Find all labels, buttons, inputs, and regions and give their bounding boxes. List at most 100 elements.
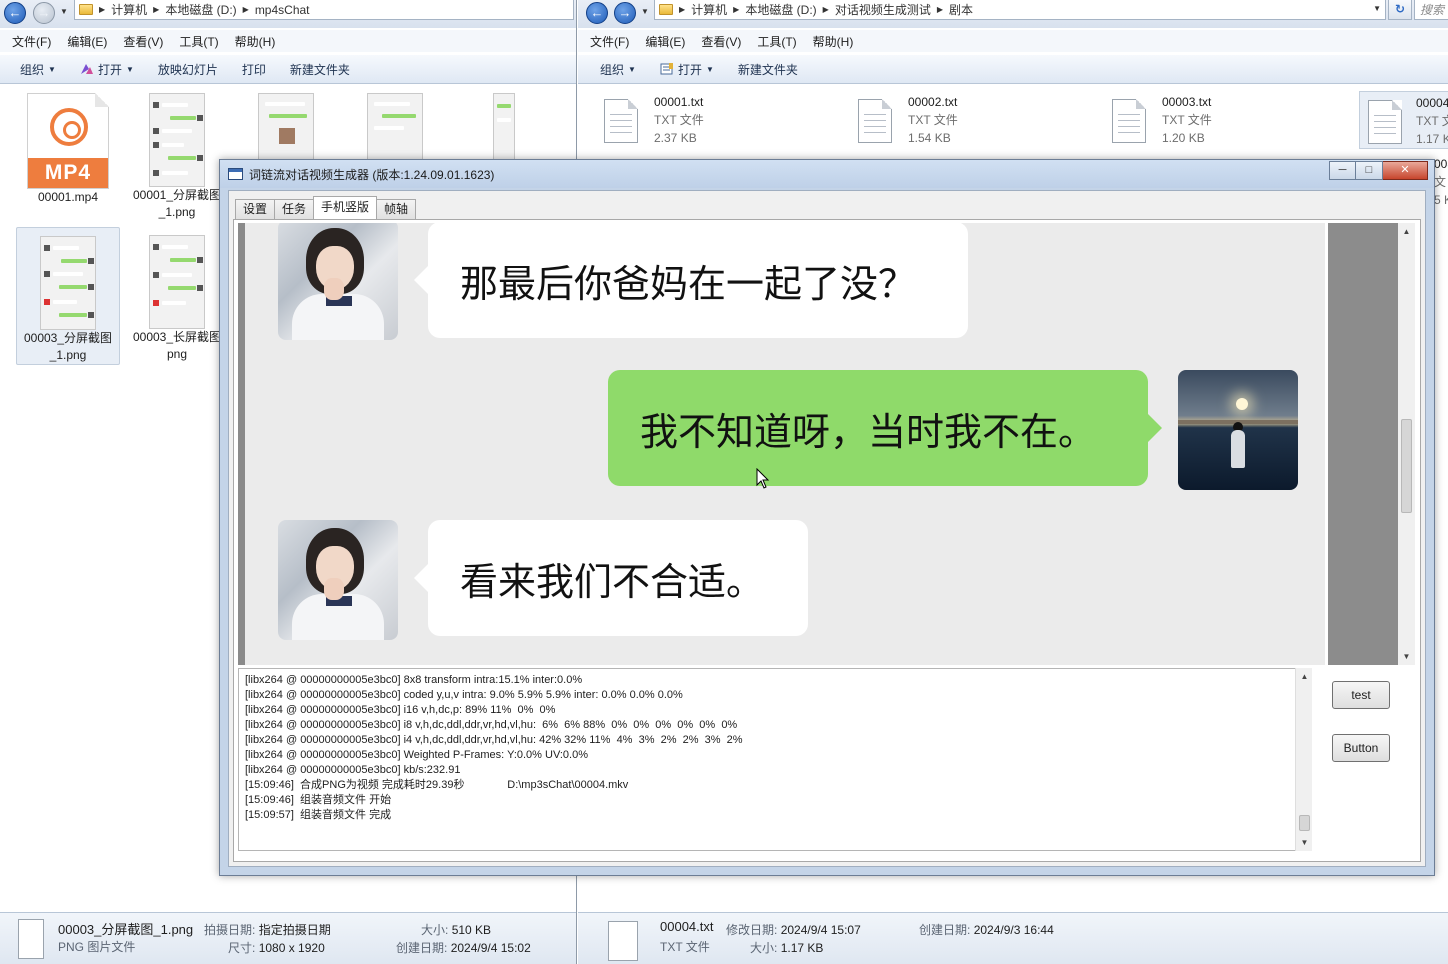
title-bar[interactable]: 词链流对话视频生成器 (版本:1.24.09.01.1623) ─ □ ✕ bbox=[220, 160, 1434, 188]
tab-settings[interactable]: 设置 bbox=[235, 199, 276, 219]
forward-button[interactable]: → bbox=[33, 2, 55, 24]
file-name: 00001.mp4 bbox=[37, 190, 99, 204]
file-name-line2: _1.png bbox=[49, 348, 87, 362]
breadcrumb-computer[interactable]: 计算机 bbox=[691, 1, 727, 18]
menu-edit[interactable]: 编辑(E) bbox=[637, 33, 693, 50]
details-created-label: 创建日期: bbox=[396, 941, 448, 955]
breadcrumb-arrow-icon: ▶ bbox=[242, 5, 249, 14]
text-file-icon bbox=[1368, 100, 1402, 144]
breadcrumb-dialog-video-test[interactable]: 对话视频生成测试 bbox=[835, 1, 931, 18]
open-button[interactable]: 打开 ▼ bbox=[650, 58, 724, 81]
file-item-partial[interactable]: 008 文 5 K bbox=[1434, 155, 1448, 209]
scroll-thumb[interactable] bbox=[1401, 419, 1412, 513]
back-button[interactable]: ← bbox=[586, 2, 608, 24]
minimize-button[interactable]: ─ bbox=[1329, 161, 1356, 180]
tab-tasks[interactable]: 任务 bbox=[274, 199, 315, 219]
new-folder-button[interactable]: 新建文件夹 bbox=[280, 58, 360, 81]
details-size: 510 KB bbox=[451, 923, 492, 937]
organize-label: 组织 bbox=[20, 62, 45, 77]
file-item-00001-mp4[interactable]: MP4 00001.mp4 bbox=[16, 85, 120, 206]
log-scrollbar[interactable]: ▲ ▼ bbox=[1295, 668, 1312, 851]
recent-pages-dropdown-icon[interactable]: ▼ bbox=[60, 7, 68, 16]
details-file-type: TXT 文件 bbox=[660, 940, 710, 954]
file-item-00002-txt[interactable]: 00002.txt TXT 文件 1.54 KB bbox=[832, 85, 1072, 145]
preview-scrollbar[interactable]: ▲ ▼ bbox=[1398, 223, 1415, 665]
log-line: [libx264 @ 00000000005e3bc0] kb/s:232.91 bbox=[245, 764, 461, 776]
file-item-00001-split-screenshot[interactable]: 00001_分屏截图 _1.png bbox=[125, 85, 229, 221]
log-line: [libx264 @ 00000000005e3bc0] i4 v,h,dc,d… bbox=[245, 734, 743, 746]
menu-file[interactable]: 文件(F) bbox=[582, 33, 637, 50]
menu-view[interactable]: 查看(V) bbox=[115, 33, 171, 50]
generic-button[interactable]: Button bbox=[1332, 734, 1390, 762]
scroll-thumb[interactable] bbox=[1299, 815, 1310, 831]
address-bar[interactable]: ▶ 计算机 ▶ 本地磁盘 (D:) ▶ mp4sChat bbox=[74, 0, 574, 20]
menu-bar: 文件(F) 编辑(E) 查看(V) 工具(T) 帮助(H) bbox=[0, 30, 576, 52]
log-line: [15:09:46] 合成PNG为视频 完成耗时29.39秒 D:\mp3sCh… bbox=[245, 779, 629, 791]
scroll-down-icon[interactable]: ▼ bbox=[1398, 648, 1415, 665]
recent-pages-dropdown-icon[interactable]: ▼ bbox=[641, 7, 649, 16]
menu-view[interactable]: 查看(V) bbox=[693, 33, 749, 50]
file-item-00003-split-screenshot[interactable]: 00003_分屏截图 _1.png bbox=[16, 227, 120, 365]
text-file-icon bbox=[858, 99, 892, 143]
back-button[interactable]: ← bbox=[4, 2, 26, 24]
file-item-00001-txt[interactable]: 00001.txt TXT 文件 2.37 KB bbox=[578, 85, 818, 145]
scroll-up-icon[interactable]: ▲ bbox=[1296, 668, 1313, 685]
menu-help[interactable]: 帮助(H) bbox=[227, 33, 284, 50]
open-button[interactable]: 打开 ▼ bbox=[70, 58, 144, 81]
generator-window: 词链流对话视频生成器 (版本:1.24.09.01.1623) ─ □ ✕ 设置… bbox=[219, 159, 1435, 876]
menu-help[interactable]: 帮助(H) bbox=[805, 33, 862, 50]
details-size-label: 大小: bbox=[421, 923, 449, 937]
chat-bubble-left: 看来我们不合适。 bbox=[414, 520, 808, 636]
maximize-icon: □ bbox=[1365, 164, 1373, 176]
file-type: 文 bbox=[1434, 175, 1447, 189]
text-file-icon bbox=[608, 921, 638, 961]
image-thumbnail-icon bbox=[149, 235, 205, 329]
organize-button[interactable]: 组织 ▼ bbox=[590, 58, 646, 81]
file-item-00003-long-screenshot[interactable]: 00003_长屏截图 png bbox=[125, 227, 229, 363]
details-created-label: 创建日期: bbox=[919, 923, 971, 937]
menu-tools[interactable]: 工具(T) bbox=[171, 33, 226, 50]
tab-phone-portrait[interactable]: 手机竖版 bbox=[313, 196, 378, 219]
notepad-icon bbox=[660, 63, 673, 75]
file-item-00003-txt[interactable]: 00003.txt TXT 文件 1.20 KB bbox=[1086, 85, 1326, 145]
test-button[interactable]: test bbox=[1332, 681, 1390, 709]
new-folder-button[interactable]: 新建文件夹 bbox=[728, 58, 808, 81]
file-size: 1.20 KB bbox=[1162, 131, 1205, 145]
address-history-dropdown-icon[interactable]: ▼ bbox=[1373, 4, 1381, 13]
file-item-00004-txt[interactable]: 00004.txt TXT 文件 1.17 KB bbox=[1359, 91, 1448, 149]
file-size: 1.17 KB bbox=[1416, 132, 1448, 146]
address-bar[interactable]: ▶ 计算机 ▶ 本地磁盘 (D:) ▶ 对话视频生成测试 ▶ 剧本 ▼ bbox=[654, 0, 1386, 20]
breadcrumb-mp4schat[interactable]: mp4sChat bbox=[255, 3, 310, 17]
chevron-down-icon: ▼ bbox=[48, 64, 56, 74]
log-output[interactable]: [libx264 @ 00000000005e3bc0] 8x8 transfo… bbox=[238, 668, 1311, 851]
scroll-down-icon[interactable]: ▼ bbox=[1296, 834, 1313, 851]
menu-file[interactable]: 文件(F) bbox=[4, 33, 59, 50]
maximize-button[interactable]: □ bbox=[1356, 161, 1383, 180]
menu-edit[interactable]: 编辑(E) bbox=[59, 33, 115, 50]
organize-button[interactable]: 组织 ▼ bbox=[10, 58, 66, 81]
chat-preview: 那最后你爸妈在一起了没？ 我不知道呀，当时我不在。 看来我们不合适。 bbox=[238, 223, 1325, 665]
breadcrumb-drive-d[interactable]: 本地磁盘 (D:) bbox=[745, 1, 816, 18]
breadcrumb-computer[interactable]: 计算机 bbox=[111, 1, 147, 18]
forward-button[interactable]: → bbox=[614, 2, 636, 24]
slideshow-button[interactable]: 放映幻灯片 bbox=[148, 58, 228, 81]
refresh-button[interactable]: ↻ bbox=[1388, 0, 1412, 20]
menu-tools[interactable]: 工具(T) bbox=[749, 33, 804, 50]
search-input[interactable]: 搜索 bbox=[1414, 0, 1448, 20]
file-size: 2.37 KB bbox=[654, 131, 697, 145]
image-file-icon bbox=[18, 919, 44, 959]
scroll-up-icon[interactable]: ▲ bbox=[1398, 223, 1415, 240]
close-button[interactable]: ✕ bbox=[1383, 161, 1428, 180]
breadcrumb-scripts[interactable]: 剧本 bbox=[949, 1, 973, 18]
log-line: [libx264 @ 00000000005e3bc0] i16 v,h,dc,… bbox=[245, 704, 556, 716]
print-button[interactable]: 打印 bbox=[232, 58, 276, 81]
breadcrumb-drive-d[interactable]: 本地磁盘 (D:) bbox=[165, 1, 236, 18]
breadcrumb-arrow-icon: ▶ bbox=[936, 5, 943, 14]
chat-message-text: 那最后你爸妈在一起了没？ bbox=[460, 261, 917, 306]
file-name-line1: 00001_分屏截图 bbox=[132, 188, 222, 202]
file-name: 00003.txt bbox=[1162, 95, 1212, 109]
text-file-icon bbox=[604, 99, 638, 143]
tab-timeline[interactable]: 帧轴 bbox=[376, 199, 417, 219]
file-name: 00004.txt bbox=[1416, 96, 1448, 110]
details-date-taken[interactable]: 指定拍摄日期 bbox=[259, 923, 331, 937]
